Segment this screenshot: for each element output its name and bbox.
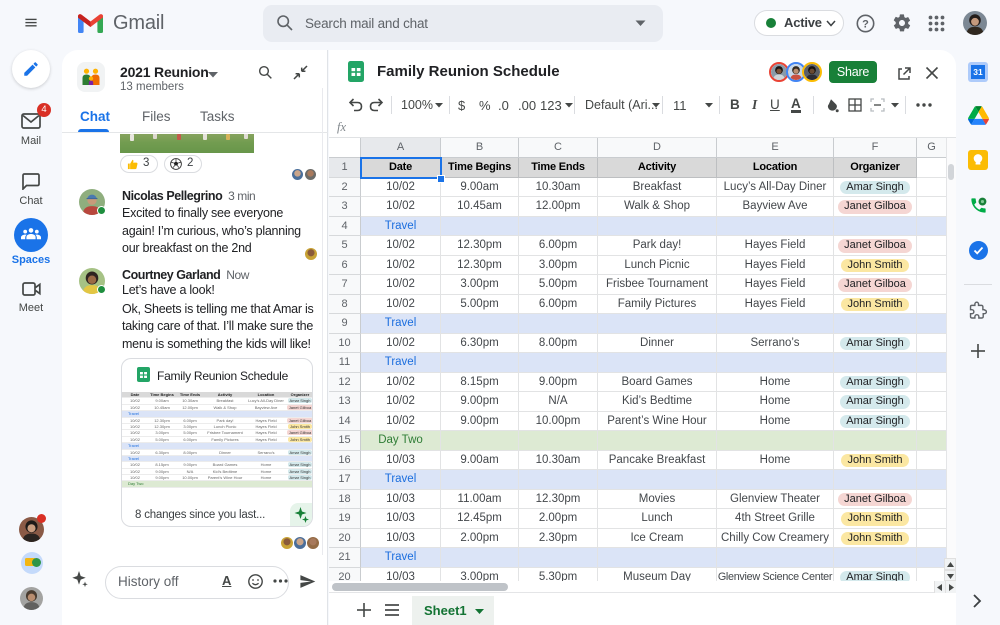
svg-text:?: ? — [862, 19, 869, 31]
